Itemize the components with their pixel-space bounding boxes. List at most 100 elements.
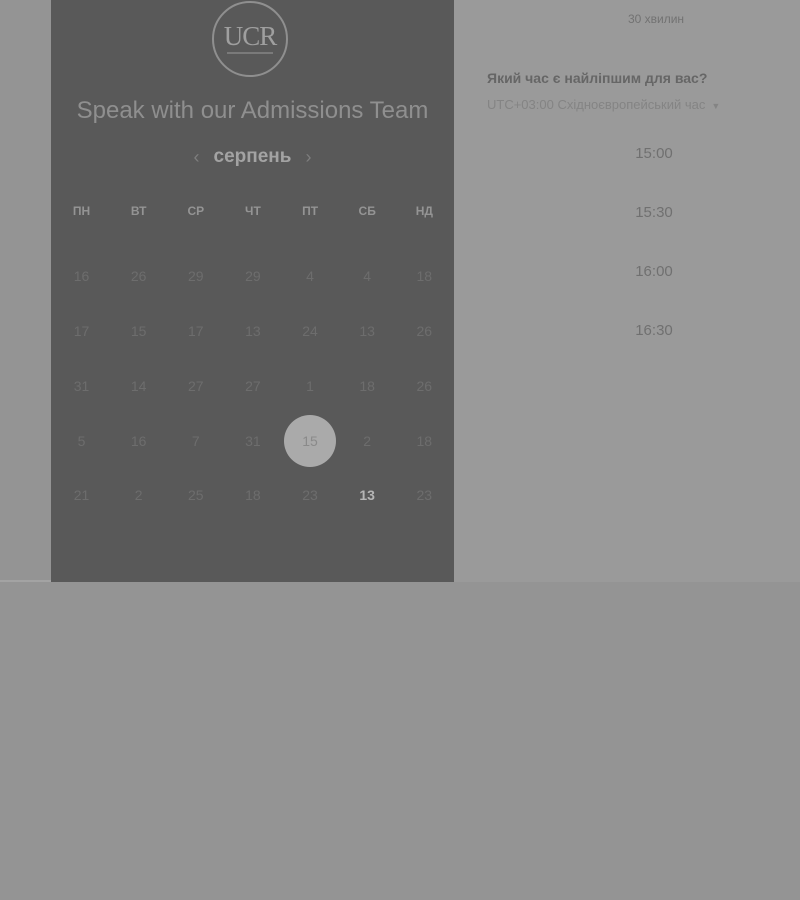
weekday-label: СР [187, 204, 205, 218]
calendar-day-number: 17 [73, 323, 90, 340]
time-slot[interactable]: 15:00 [487, 133, 800, 175]
weekday-label: ВТ [130, 204, 147, 218]
calendar-day[interactable]: 29 [167, 249, 224, 304]
calendar-day-number: 23 [302, 487, 318, 504]
calendar-day-number: 18 [359, 377, 375, 394]
calendar-day-number: 4 [363, 268, 372, 285]
time-slot[interactable]: 15:30 [487, 192, 800, 234]
calendar-day[interactable]: 31 [53, 359, 110, 414]
calendar-grid: 16 26 29 29 4 4 18 17 15 17 13 24 13 26 31 14 27 27 1 18 26 5… [53, 249, 453, 523]
calendar-day-number: 18 [416, 432, 433, 449]
calendar-card: UCR Speak with our Admissions Team ‹ серп… [51, 0, 454, 582]
ucr-logo: UCR [212, 1, 288, 77]
calendar-day[interactable]: 23 [396, 468, 453, 523]
calendar-day-number: 27 [245, 377, 261, 394]
calendar-day[interactable]: 15 [110, 304, 167, 359]
calendar-day[interactable]: 18 [396, 249, 453, 304]
calendar-day-number: 15 [284, 414, 337, 467]
calendar-day[interactable]: 26 [396, 304, 453, 359]
calendar-day-number: 18 [245, 487, 261, 504]
calendar-day[interactable]: 23 [282, 468, 339, 523]
time-slot-list: 15:00 15:30 16:00 16:30 [487, 133, 800, 369]
calendar-day-number: 26 [416, 323, 433, 340]
calendar-day[interactable]: 13 [339, 304, 396, 359]
calendar-day-number: 2 [363, 432, 372, 449]
calendar-day-number: 17 [188, 323, 204, 340]
calendar-day-number: 24 [302, 323, 318, 340]
calendar-day-number: 26 [130, 268, 147, 285]
caret-down-icon: ▼ [711, 101, 721, 111]
calendar-day-number: 5 [77, 432, 86, 449]
calendar-day[interactable]: 18 [339, 359, 396, 414]
calendar-week-row: 21 2 25 18 23 13 23 [53, 468, 453, 523]
timezone-value: UTC+03:00 Східноєвропейський час [487, 97, 706, 112]
weekday-label: ЧТ [245, 204, 261, 218]
month-label: серпень [213, 146, 292, 167]
calendar-day-number: 2 [134, 487, 143, 504]
time-slot[interactable]: 16:00 [487, 251, 800, 293]
weekday-label: СБ [358, 204, 376, 218]
chevron-left-icon[interactable]: ‹ [194, 146, 200, 168]
calendar-day[interactable]: 18 [224, 468, 281, 523]
duration-label: 30 хвилин [627, 12, 685, 26]
calendar-day[interactable]: 31 [224, 413, 281, 468]
calendar-day[interactable]: 21 [53, 468, 110, 523]
calendar-day-number: 13 [359, 487, 375, 504]
calendar-day[interactable]: 26 [110, 249, 167, 304]
calendar-day-number: 14 [130, 377, 147, 394]
calendar-day[interactable]: 13 [224, 304, 281, 359]
calendar-day-selected[interactable]: 15 [282, 413, 339, 468]
calendar-day-number: 23 [416, 487, 433, 504]
calendar-day[interactable]: 27 [167, 359, 224, 414]
calendar-day-number: 13 [359, 323, 375, 340]
calendar-day-number: 29 [188, 268, 204, 285]
calendar-week-row: 31 14 27 27 1 18 26 [53, 359, 453, 414]
calendar-day[interactable]: 14 [110, 359, 167, 414]
calendar-day-number: 4 [306, 268, 314, 285]
calendar-day[interactable]: 5 [53, 413, 110, 468]
calendar-day-number: 31 [73, 377, 90, 394]
calendar-day-number: 7 [191, 432, 200, 449]
calendar-day[interactable]: 7 [167, 413, 224, 468]
calendar-day[interactable]: 4 [282, 249, 339, 304]
calendar-day-number: 13 [245, 323, 261, 340]
calendar-day-number: 26 [416, 377, 433, 394]
calendar-day-number: 18 [416, 268, 433, 285]
calendar-day-number: 15 [130, 323, 147, 340]
calendar-day[interactable]: 13 [339, 468, 396, 523]
calendar-day[interactable]: 2 [110, 468, 167, 523]
calendar-day-number: 29 [245, 268, 261, 285]
calendar-day[interactable]: 17 [53, 304, 110, 359]
calendar-day[interactable]: 24 [282, 304, 339, 359]
calendar-week-row: 16 26 29 29 4 4 18 [53, 249, 453, 304]
calendar-day-number: 1 [306, 377, 314, 394]
timezone-select[interactable]: UTC+03:00 Східноєвропейський час ▼ [487, 97, 720, 112]
calendar-day[interactable]: 4 [339, 249, 396, 304]
calendar-day[interactable]: 26 [396, 359, 453, 414]
calendar-day[interactable]: 16 [110, 413, 167, 468]
logo-text: UCR [223, 21, 278, 51]
calendar-day[interactable]: 27 [224, 359, 281, 414]
calendar-day[interactable]: 18 [396, 413, 453, 468]
calendar-day[interactable]: 2 [339, 413, 396, 468]
time-question: Який час є найліпшим для вас? [487, 70, 708, 86]
month-navigation: ‹ серпень › [51, 146, 454, 168]
calendar-day[interactable]: 29 [224, 249, 281, 304]
calendar-week-row: 17 15 17 13 24 13 26 [53, 304, 453, 359]
calendar-day-number: 25 [188, 487, 204, 504]
calendar-day[interactable]: 25 [167, 468, 224, 523]
calendar-day-number: 16 [73, 268, 90, 285]
calendar-day[interactable]: 17 [167, 304, 224, 359]
calendar-day-number: 16 [130, 432, 147, 449]
weekday-label: ПТ [302, 204, 319, 218]
weekday-label: ПН [72, 204, 91, 218]
calendar-title: Speak with our Admissions Team [76, 97, 429, 124]
calendar-day[interactable]: 16 [53, 249, 110, 304]
time-slot[interactable]: 16:30 [487, 310, 800, 352]
divider [0, 580, 51, 582]
calendar-day-number: 31 [245, 432, 261, 449]
weekday-header: ПН ВТ СР ЧТ ПТ СБ НД [53, 204, 453, 218]
calendar-day[interactable]: 1 [282, 359, 339, 414]
chevron-right-icon[interactable]: › [305, 146, 311, 168]
calendar-day-number: 27 [188, 377, 204, 394]
